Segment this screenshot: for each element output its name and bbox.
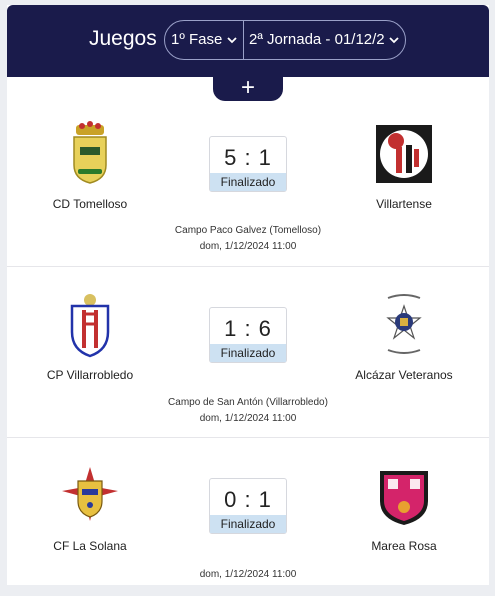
chevron-down-icon[interactable] <box>227 35 237 45</box>
villarrobledo-crest-icon <box>60 292 120 358</box>
plus-icon: + <box>240 74 255 101</box>
venue: Campo de San Antón (Villarrobledo) <box>168 397 328 408</box>
tomelloso-crest-icon <box>60 121 120 185</box>
games-header: Juegos 1º Fase 2ª Jornada - 01/12/2 <box>7 5 489 77</box>
score-box[interactable]: 1 : 6 Finalizado <box>209 307 287 363</box>
page-title: Juegos <box>89 27 157 50</box>
score-box[interactable]: 0 : 1 Finalizado <box>209 478 287 534</box>
match-divider <box>7 266 489 267</box>
team-name: Alcázar Veteranos <box>355 368 453 382</box>
score: 5 : 1 <box>224 145 272 170</box>
la-solana-crest-icon <box>60 465 120 529</box>
status-badge: Finalizado <box>210 173 286 191</box>
match-datetime: dom, 1/12/2024 11:00 <box>199 241 297 252</box>
games-widget: Juegos 1º Fase 2ª Jornada - 01/12/2 + CD… <box>7 5 489 585</box>
team-name: CD Tomelloso <box>52 197 128 211</box>
team-name: Villartense <box>376 197 432 211</box>
team-name: CP Villarrobledo <box>46 368 134 382</box>
selector-divider <box>243 21 244 59</box>
match-datetime: dom, 1/12/2024 11:00 <box>199 569 297 580</box>
status-badge: Finalizado <box>210 344 286 362</box>
alcazar-crest-icon <box>374 292 434 356</box>
villartense-crest-icon <box>374 123 434 187</box>
score: 0 : 1 <box>224 487 272 512</box>
team-name: CF La Solana <box>53 539 127 553</box>
venue: Campo Paco Galvez (Tomelloso) <box>174 225 322 236</box>
match-divider <box>7 437 489 438</box>
expand-button[interactable]: + <box>213 74 283 101</box>
team-name: Marea Rosa <box>371 539 437 553</box>
round-selector: 1º Fase 2ª Jornada - 01/12/2 <box>164 20 406 60</box>
status-badge: Finalizado <box>210 515 286 533</box>
score-box[interactable]: 5 : 1 Finalizado <box>209 136 287 192</box>
score: 1 : 6 <box>224 316 272 341</box>
marea-rosa-crest-icon <box>374 467 434 531</box>
chevron-down-icon[interactable] <box>389 35 399 45</box>
match-datetime: dom, 1/12/2024 11:00 <box>199 413 297 424</box>
round-dropdown[interactable]: 2ª Jornada - 01/12/2 <box>249 31 403 48</box>
